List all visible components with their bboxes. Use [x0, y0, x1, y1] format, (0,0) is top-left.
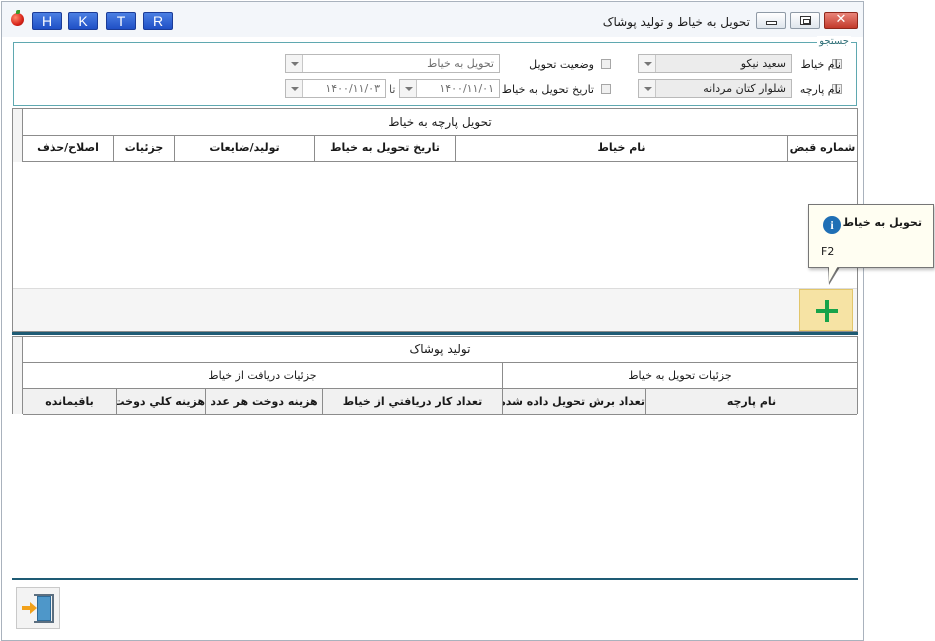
hotkey-r-button[interactable]: R [143, 12, 173, 30]
tooltip-title: تحویل به خیاط [842, 216, 922, 229]
grid-indicator-column [13, 109, 23, 162]
fabric-name-value: شلوار کتان مردانه [703, 82, 786, 95]
col-sewing-cost-each[interactable]: هزینه دوخت هر عدد [205, 389, 322, 414]
date-from-picker[interactable]: ۱۴۰۰/۱۱/۰۱ [399, 79, 500, 98]
date-to-label: تا [389, 83, 396, 96]
section-divider [12, 332, 858, 335]
hotkey-t-button[interactable]: T [106, 12, 136, 30]
date-to-picker[interactable]: ۱۴۰۰/۱۱/۰۳ [285, 79, 386, 98]
delivery-grid-header: شماره قبض نام خیاط تاریخ تحویل به خیاط ت… [23, 136, 857, 162]
delivery-grid-title: تحویل پارچه به خیاط [23, 109, 857, 136]
close-icon: ✕ [835, 12, 847, 27]
delivery-status-label: وضعیت تحویل [529, 58, 594, 71]
hotkey-h-button[interactable]: H [32, 12, 62, 30]
chevron-down-icon[interactable] [286, 55, 303, 72]
fabric-name-label: نام پارچه [799, 83, 841, 96]
window-title: تحویل به خیاط و تولید پوشاک [602, 15, 750, 29]
info-icon: i [823, 216, 841, 234]
col-production-waste[interactable]: تولید/ضایعات [174, 136, 314, 161]
footer-divider [12, 578, 858, 580]
col-edit-delete[interactable]: اصلاح/حذف [23, 136, 113, 161]
exit-button[interactable] [16, 587, 60, 629]
tailor-name-value: سعید نیکو [740, 57, 786, 70]
tailor-name-combo[interactable]: سعید نیکو [638, 54, 792, 73]
production-grid: تولید پوشاک جزئیات تحویل به خیاط جزئیات … [12, 336, 858, 415]
chevron-down-icon[interactable] [639, 55, 656, 72]
delivery-grid: تحویل پارچه به خیاط شماره قبض نام خیاط ت… [12, 108, 858, 332]
date-to-value: ۱۴۰۰/۱۱/۰۳ [325, 82, 380, 95]
add-delivery-button[interactable] [799, 289, 853, 331]
maximize-icon [800, 16, 811, 25]
main-window: H K T R تحویل به خیاط و تولید پوشاک ✕ جس… [1, 1, 864, 641]
col-cut-pieces-delivered[interactable]: تعداد برش تحویل داده شده [502, 389, 645, 414]
delivery-status-value: تحویل به خیاط [427, 57, 494, 70]
search-group: جستجو نام خیاط سعید نیکو وضعیت تحویل تحو… [13, 36, 857, 106]
search-legend: جستجو [817, 36, 851, 47]
delivery-grid-footer [13, 288, 857, 331]
chevron-down-icon[interactable] [639, 80, 656, 97]
fabric-name-combo[interactable]: شلوار کتان مردانه [638, 79, 792, 98]
chevron-down-icon[interactable] [400, 80, 417, 97]
maximize-button[interactable] [790, 12, 820, 29]
delivery-date-label: تاریخ تحویل به خیاط [501, 83, 594, 96]
grid-indicator-column [13, 337, 23, 414]
col-delivery-date[interactable]: تاریخ تحویل به خیاط [314, 136, 455, 161]
production-group-row: جزئیات تحویل به خیاط جزئیات دریافت از خی… [23, 363, 857, 389]
delivery-status-checkbox[interactable] [601, 59, 611, 69]
production-grid-header: نام پارچه تعداد برش تحویل داده شده تعداد… [23, 389, 857, 415]
delivery-date-checkbox[interactable] [601, 84, 611, 94]
hotkey-k-button[interactable]: K [68, 12, 98, 30]
col-tailor-name[interactable]: نام خیاط [455, 136, 787, 161]
close-button[interactable]: ✕ [824, 12, 858, 29]
date-from-value: ۱۴۰۰/۱۱/۰۱ [439, 82, 494, 95]
chevron-down-icon[interactable] [286, 80, 303, 97]
group-delivery-details: جزئیات تحویل به خیاط [502, 363, 857, 388]
production-grid-title-row: تولید پوشاک [23, 337, 857, 363]
col-fabric-name[interactable]: نام پارچه [645, 389, 857, 414]
tooltip-shortcut: F2 [821, 245, 835, 258]
col-items-received[interactable]: تعداد کار دریافتي از خیاط [322, 389, 502, 414]
app-icon[interactable] [11, 10, 24, 26]
minimize-icon [766, 21, 777, 25]
title-bar: H K T R تحویل به خیاط و تولید پوشاک ✕ [2, 2, 863, 37]
col-details[interactable]: جزئیات [113, 136, 174, 161]
col-remaining[interactable]: باقیمانده [23, 389, 116, 414]
delivery-status-combo[interactable]: تحویل به خیاط [285, 54, 500, 73]
add-delivery-tooltip: i تحویل به خیاط F2 [808, 204, 934, 268]
production-grid-title: تولید پوشاک [409, 342, 471, 356]
col-total-sewing-cost[interactable]: هزينه کلي دوخت [116, 389, 205, 414]
col-receipt-number[interactable]: شماره قبض [787, 136, 857, 161]
minimize-button[interactable] [756, 12, 786, 29]
tailor-name-label: نام خیاط [800, 58, 841, 71]
group-receive-details: جزئیات دریافت از خیاط [208, 369, 317, 382]
